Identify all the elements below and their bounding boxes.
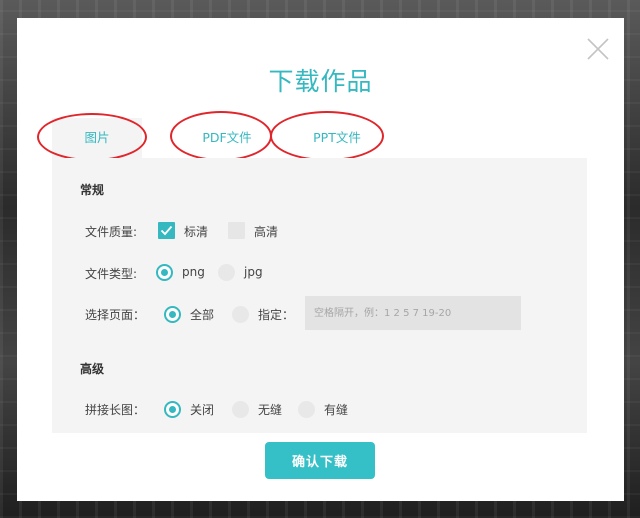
close-icon [587,38,609,60]
stitch-off-label: 关闭 [190,403,215,417]
tab-ppt[interactable]: PPT文件 [292,118,382,158]
stitch-gap-radio[interactable] [298,401,315,418]
pages-label: 选择页面： [85,308,146,322]
settings-panel: 常规 文件质量: 标清 高清 文件类型: png jpg 选择页面： 全部 指定… [52,158,587,433]
dialog-title: 下载作品 [268,67,373,96]
section-advanced-title: 高级 [80,362,105,376]
file-type-jpg-label: jpg [244,265,263,279]
format-tabs: 图片 PDF文件 PPT文件 [37,111,587,161]
file-type-png-radio[interactable] [156,264,173,281]
stitch-label: 拼接长图： [85,403,146,417]
quality-sd-label: 标清 [184,225,209,239]
pages-custom-label: 指定： [258,308,295,322]
pages-custom-radio[interactable] [232,306,249,323]
download-dialog: 下载作品 图片 PDF文件 PPT文件 常规 文件质量: 标清 高清 文件类型:… [17,18,624,501]
file-type-jpg-radio[interactable] [218,264,235,281]
section-general-title: 常规 [80,183,105,197]
quality-hd-label: 高清 [254,225,279,239]
tab-image[interactable]: 图片 [52,118,142,158]
stitch-seamless-radio[interactable] [232,401,249,418]
pages-input[interactable] [305,296,521,330]
stitch-seamless-label: 无缝 [258,403,283,417]
confirm-download-button[interactable]: 确认下载 [265,442,375,479]
close-button[interactable] [586,37,610,61]
file-type-label: 文件类型: [85,267,138,281]
file-type-png-label: png [182,265,205,279]
pages-all-label: 全部 [190,308,215,322]
stitch-off-radio[interactable] [164,401,181,418]
quality-label: 文件质量: [85,225,138,239]
check-icon [160,225,173,236]
quality-hd-checkbox[interactable] [228,222,245,239]
stitch-gap-label: 有缝 [324,403,349,417]
quality-sd-checkbox[interactable] [158,222,175,239]
pages-all-radio[interactable] [164,306,181,323]
tab-pdf[interactable]: PDF文件 [182,118,272,158]
